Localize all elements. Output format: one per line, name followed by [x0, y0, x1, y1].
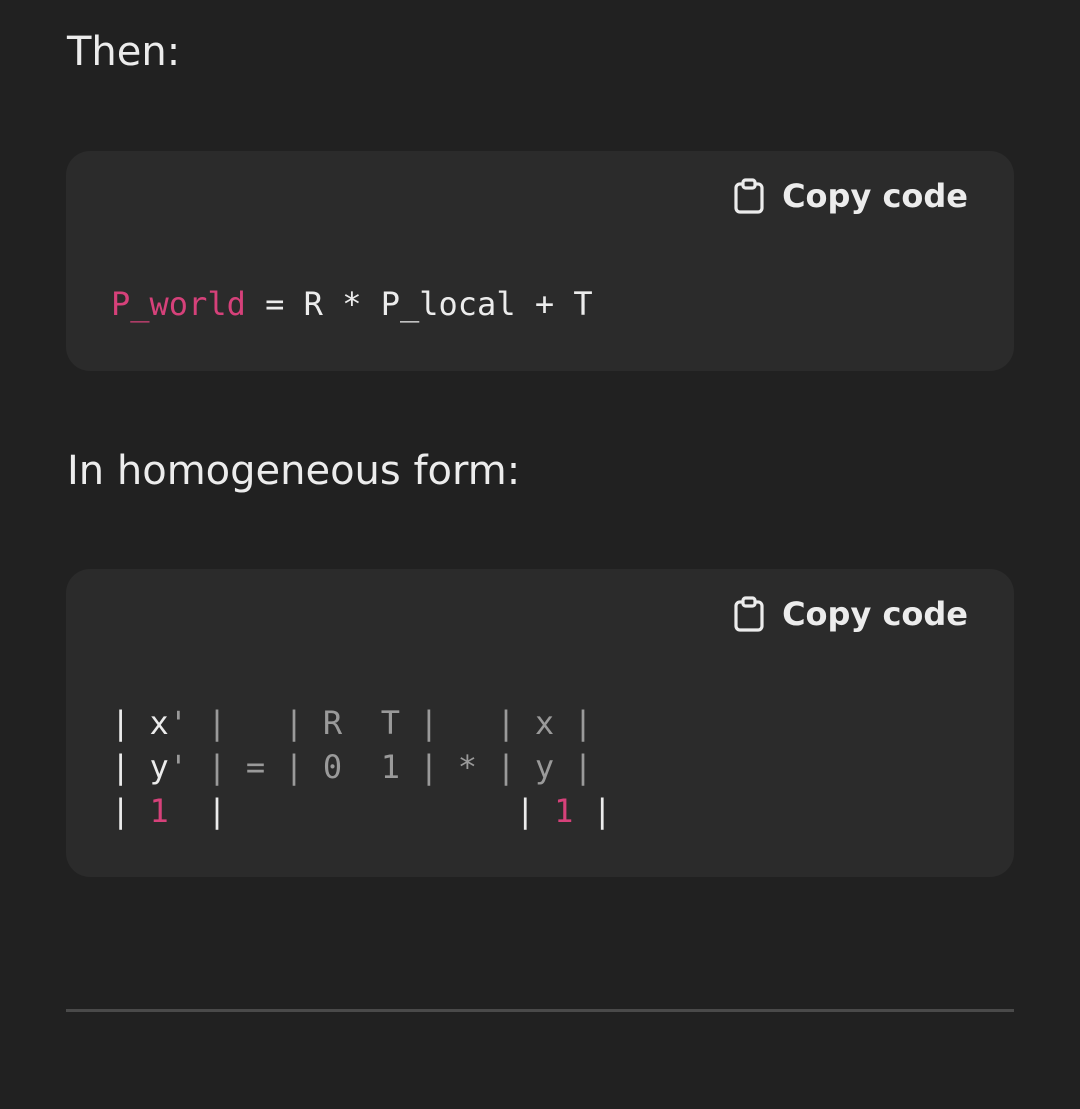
- paragraph-homogeneous: In homogeneous form:: [67, 448, 521, 494]
- clipboard-icon: [732, 177, 766, 215]
- code-line-3-end: |: [573, 792, 612, 830]
- paragraph-then: Then:: [67, 29, 181, 75]
- code-number-token: 1: [554, 792, 574, 830]
- code-line-2-start: | y: [111, 748, 169, 786]
- code-token-variable: P_world: [111, 285, 246, 323]
- copy-code-label: Copy code: [782, 177, 968, 215]
- code-block-1: Copy code P_world = R * P_local + T: [66, 151, 1014, 371]
- code-content: | x' | | R T | | x | | y' | = | 0 1 | * …: [111, 701, 612, 833]
- code-number-token: 1: [149, 792, 169, 830]
- copy-code-label: Copy code: [782, 595, 968, 633]
- code-line-2-rest: ' | = | 0 1 | * | y |: [168, 748, 593, 786]
- chat-message-content: Then: Copy code P_world = R * P_local + …: [0, 0, 1080, 1109]
- clipboard-icon: [732, 595, 766, 633]
- code-block-2: Copy code | x' | | R T | | x | | y' | = …: [66, 569, 1014, 877]
- code-line-3-start: |: [111, 792, 150, 830]
- code-line-1-start: | x: [111, 704, 169, 742]
- code-token-expression: = R * P_local + T: [245, 285, 593, 323]
- code-content: P_world = R * P_local + T: [111, 282, 593, 326]
- horizontal-divider: [66, 1009, 1014, 1012]
- code-line-3-middle: | |: [168, 792, 555, 830]
- code-line-1-rest: ' | | R T | | x |: [168, 704, 593, 742]
- copy-code-button[interactable]: Copy code: [732, 595, 968, 633]
- copy-code-button[interactable]: Copy code: [732, 177, 968, 215]
